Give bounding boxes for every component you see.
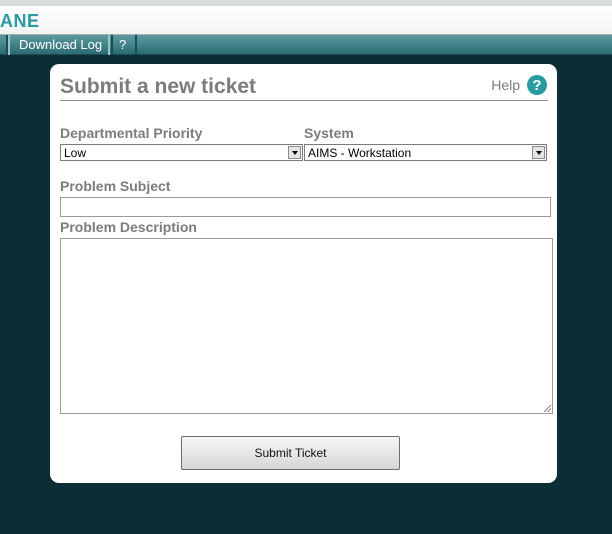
priority-selected-value: Low bbox=[64, 146, 87, 160]
submit-ticket-button[interactable]: Submit Ticket bbox=[181, 436, 400, 470]
navbar: Download Log ? bbox=[0, 35, 612, 55]
resize-grip-icon[interactable] bbox=[544, 405, 551, 412]
subject-input[interactable] bbox=[60, 197, 551, 217]
system-selected-value: AIMS - Workstation bbox=[308, 146, 412, 160]
nav-item-previous[interactable] bbox=[0, 35, 8, 55]
description-label: Problem Description bbox=[60, 219, 197, 235]
priority-select[interactable]: Low bbox=[60, 144, 303, 161]
title-divider bbox=[60, 100, 548, 101]
priority-label: Departmental Priority bbox=[60, 125, 203, 141]
help-link[interactable]: Help ? bbox=[491, 74, 547, 96]
ticket-form-panel: Submit a new ticket Help ? Departmental … bbox=[50, 64, 557, 483]
dropdown-arrow-icon[interactable] bbox=[532, 146, 545, 159]
system-label: System bbox=[304, 125, 354, 141]
brand-logo-text: ANE bbox=[0, 11, 40, 31]
subject-label: Problem Subject bbox=[60, 178, 171, 194]
page-title: Submit a new ticket bbox=[60, 75, 257, 98]
help-label: Help bbox=[491, 77, 520, 93]
nav-item-help[interactable]: ? bbox=[108, 35, 138, 55]
question-circle-icon[interactable]: ? bbox=[527, 75, 547, 95]
description-textarea[interactable] bbox=[60, 238, 553, 414]
nav-item-download-log[interactable]: Download Log bbox=[8, 35, 114, 55]
system-select[interactable]: AIMS - Workstation bbox=[304, 144, 547, 161]
app-header: ANE bbox=[0, 0, 612, 35]
dropdown-arrow-icon[interactable] bbox=[288, 146, 301, 159]
